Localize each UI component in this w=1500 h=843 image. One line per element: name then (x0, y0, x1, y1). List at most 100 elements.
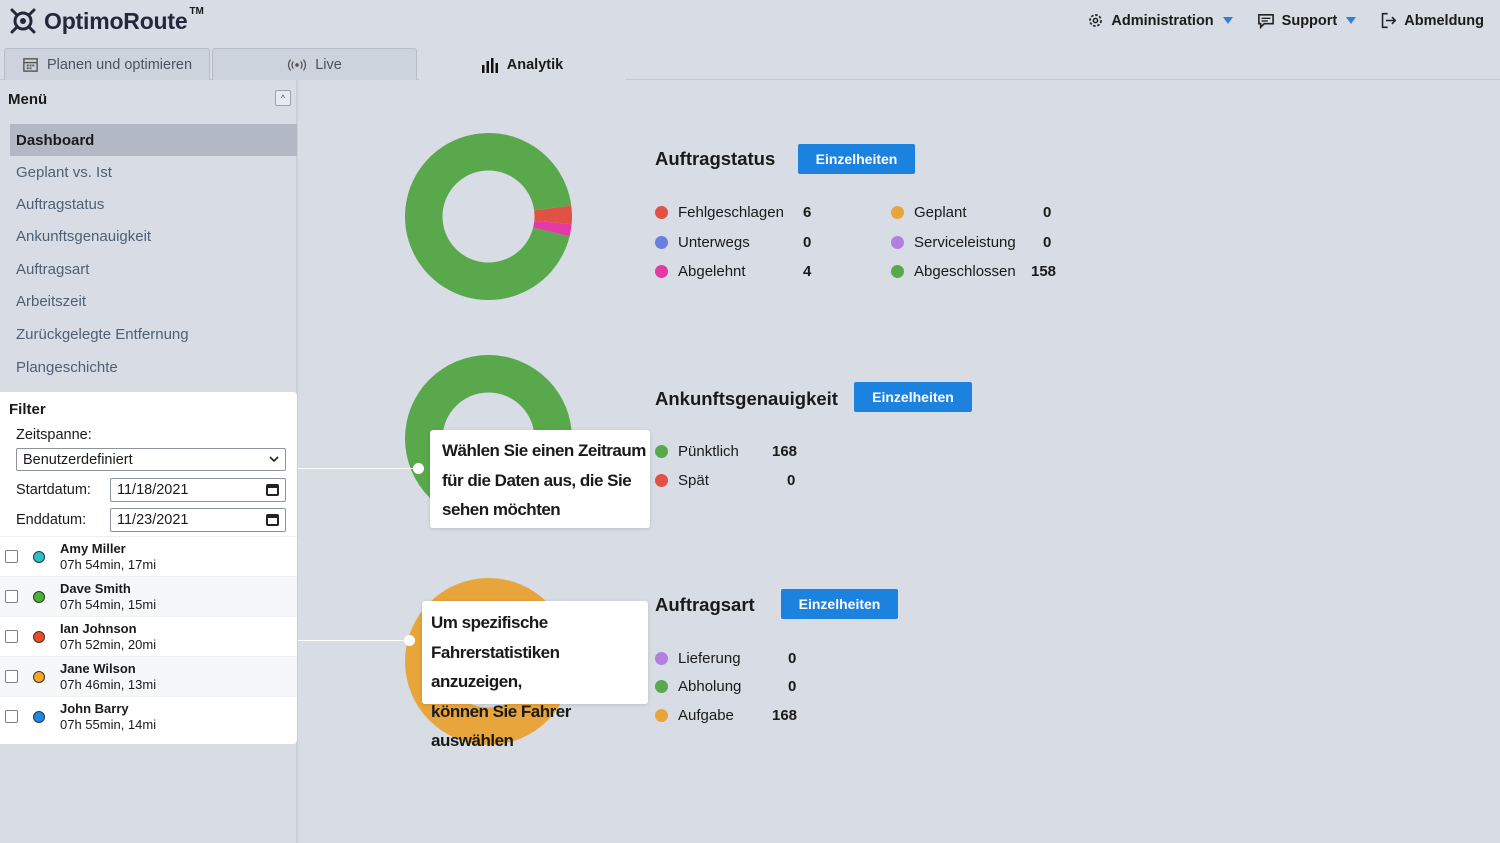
legend-service: Serviceleistung 0 (891, 232, 1061, 252)
menu-item-distance-traveled[interactable]: Zurückgelegte Entfernung (10, 317, 297, 351)
legend-label: Pünktlich (678, 442, 739, 460)
order-type-details-button[interactable]: Einzelheiten (781, 589, 898, 619)
callout-connector-line (298, 468, 418, 469)
legend-label: Abgeschlossen (914, 262, 1016, 280)
menu-list: Dashboard Geplant vs. Ist Auftragstatus … (10, 124, 297, 383)
arrival-accuracy-title: Ankunftsgenauigkeit (655, 388, 838, 409)
driver-row[interactable]: John Barry 07h 55min, 14mi (0, 696, 297, 736)
top-nav: Administration Support Abmeldung (1087, 12, 1484, 29)
arrival-accuracy-details-button[interactable]: Einzelheiten (854, 382, 972, 412)
support-menu[interactable]: Support (1257, 12, 1357, 29)
period-value: Benutzerdefiniert (23, 451, 133, 468)
legend-late: Spät 0 (655, 470, 805, 490)
legend-value: 6 (803, 203, 812, 221)
app-name: OptimoRoute (44, 7, 188, 34)
calendar-icon[interactable] (266, 484, 279, 496)
legend-dot (655, 473, 668, 487)
driver-name: Ian Johnson (60, 621, 137, 636)
administration-menu[interactable]: Administration (1087, 12, 1233, 29)
legend-value: 0 (1043, 203, 1052, 221)
legend-label: Abgelehnt (678, 262, 746, 280)
tab-live[interactable]: Live (212, 48, 417, 80)
menu-item-plan-history[interactable]: Plangeschichte (10, 351, 297, 383)
legend-dot (655, 235, 668, 249)
menu-item-planned-vs-actual[interactable]: Geplant vs. Ist (10, 156, 297, 188)
driver-row[interactable]: Dave Smith 07h 54min, 15mi (0, 576, 297, 616)
legend-rejected: Abgelehnt 4 (655, 261, 815, 281)
legend-delivery: Lieferung 0 (655, 648, 805, 668)
tab-analytics[interactable]: Analytik (419, 48, 625, 80)
chat-icon (1257, 13, 1274, 29)
period-label: Zeitspanne: (16, 427, 92, 443)
legend-failed: Fehlgeschlagen 6 (655, 202, 815, 222)
legend-label: Serviceleistung (914, 233, 1016, 251)
tab-label: Live (315, 56, 342, 73)
tooltip-line: sehen möchten (442, 500, 561, 519)
legend-dot (891, 205, 904, 219)
logout-link[interactable]: Abmeldung (1380, 12, 1484, 29)
legend-label: Lieferung (678, 649, 741, 667)
tab-label: Planen und optimieren (46, 56, 193, 73)
legend-dot (655, 708, 668, 722)
driver-checkbox[interactable] (5, 710, 18, 723)
driver-row[interactable]: Amy Miller 07h 54min, 17mi (0, 536, 297, 576)
driver-row[interactable]: Ian Johnson 07h 52min, 20mi (0, 616, 297, 656)
start-date-field[interactable]: 11/18/2021 (110, 478, 286, 502)
driver-checkbox[interactable] (5, 550, 18, 563)
logout-label: Abmeldung (1404, 12, 1484, 29)
menu-item-arrival-accuracy[interactable]: Ankunftsgenauigkeit (10, 220, 297, 253)
legend-dot (655, 651, 668, 665)
order-status-details-button[interactable]: Einzelheiten (798, 144, 915, 174)
legend-label: Fehlgeschlagen (678, 203, 784, 221)
driver-checkbox[interactable] (5, 590, 18, 603)
calendar-icon[interactable] (266, 514, 279, 526)
driver-stats: 07h 54min, 15mi (60, 597, 157, 612)
filter-title: Filter (9, 401, 46, 418)
driver-stats: 07h 46min, 13mi (60, 677, 157, 692)
broadcast-icon (288, 58, 307, 71)
legend-task: Aufgabe 168 (655, 705, 805, 725)
tooltip-line: können Sie Fahrer auswählen (431, 701, 571, 751)
menu-item-order-type[interactable]: Auftragsart (10, 253, 297, 286)
legend-value: 0 (788, 677, 797, 695)
legend-value: 158 (1031, 262, 1057, 280)
optimoroute-logo-icon (10, 8, 36, 34)
legend-dot (655, 205, 668, 219)
tab-label: Analytik (506, 56, 564, 73)
menu-item-order-status[interactable]: Auftragstatus (10, 188, 297, 220)
bar-chart-icon (481, 57, 498, 73)
driver-color-dot (33, 631, 45, 643)
driver-row[interactable]: Jane Wilson 07h 46min, 13mi (0, 656, 297, 696)
end-date-field[interactable]: 11/23/2021 (110, 508, 286, 532)
legend-completed: Abgeschlossen 158 (891, 261, 1061, 281)
start-date-label: Startdatum: (16, 482, 91, 498)
legend-on-time: Pünktlich 168 (655, 441, 805, 461)
tooltip-line: Wählen Sie einen Zeitraum (442, 441, 646, 460)
collapse-menu-button[interactable]: ^ (275, 90, 291, 106)
chevron-up-icon: ^ (280, 93, 286, 103)
legend-value: 0 (788, 649, 797, 667)
chevron-down-icon (269, 456, 279, 463)
driver-checkbox[interactable] (5, 630, 18, 643)
menu-title: Menü (8, 91, 48, 108)
administration-label: Administration (1111, 12, 1214, 29)
order-status-title: Auftragstatus (655, 148, 776, 169)
top-bar: OptimoRoute TM Administration Support Ab… (0, 0, 1500, 44)
driver-name: Dave Smith (60, 581, 131, 596)
legend-label: Abholung (678, 677, 742, 695)
driver-stats: 07h 55min, 14mi (60, 717, 157, 732)
tooltip-line: Fahrerstatistiken anzuzeigen, (431, 642, 560, 692)
menu-item-dashboard[interactable]: Dashboard (10, 124, 297, 156)
legend-dot (655, 264, 668, 278)
chevron-down-icon (1346, 17, 1357, 24)
tooltip-line: Um spezifische (431, 613, 548, 632)
tab-plan-optimize[interactable]: Planen und optimieren (4, 48, 210, 80)
menu-item-working-time[interactable]: Arbeitszeit (10, 286, 297, 317)
legend-planned: Geplant 0 (891, 202, 1061, 222)
logo[interactable]: OptimoRoute TM (8, 6, 208, 36)
period-select[interactable]: Benutzerdefiniert (16, 448, 286, 471)
driver-checkbox[interactable] (5, 670, 18, 683)
chevron-down-icon (1222, 17, 1233, 24)
driver-stats: 07h 52min, 20mi (60, 637, 157, 652)
filter-panel: Filter Zeitspanne: Benutzerdefiniert Sta… (0, 392, 297, 744)
